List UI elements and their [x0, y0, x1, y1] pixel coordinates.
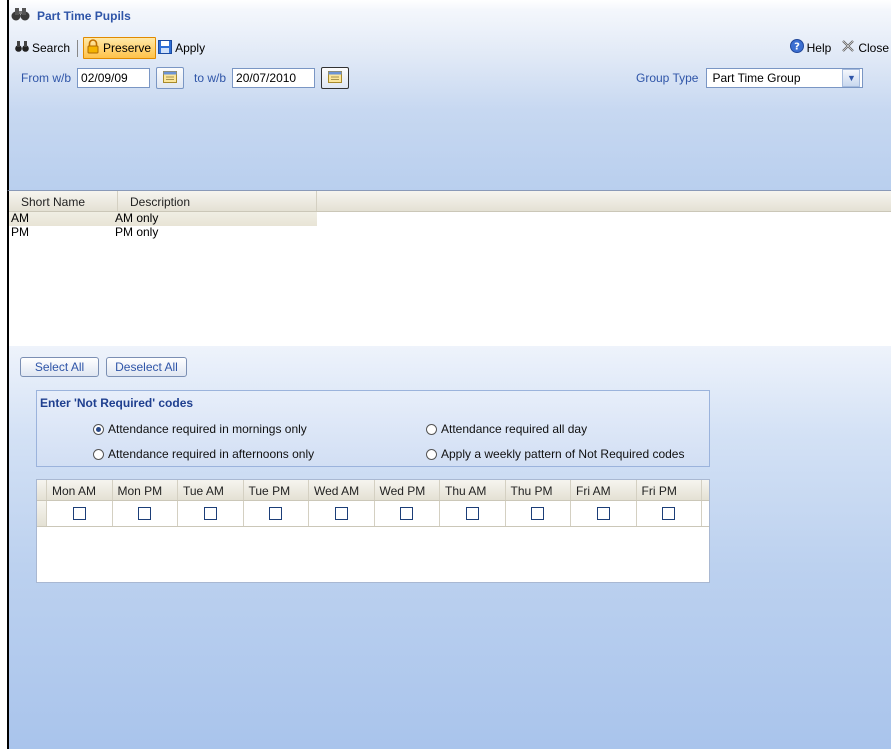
checkbox-thu-am[interactable]	[465, 507, 479, 520]
radio-indicator[interactable]	[93, 448, 104, 460]
cell-fri-am	[571, 501, 637, 526]
preserve-button-label: Preserve	[103, 41, 152, 55]
close-button-label: Close	[858, 40, 889, 55]
column-header-tue-am: Tue AM	[178, 480, 244, 500]
checkbox-fri-pm[interactable]	[662, 507, 676, 520]
cell-tue-am	[178, 501, 244, 526]
apply-button-label: Apply	[175, 41, 206, 55]
table-row[interactable]: AM AM only	[9, 212, 317, 226]
apply-button[interactable]: Apply	[156, 39, 207, 58]
cell-thu-am	[440, 501, 506, 526]
from-label: From w/b	[21, 71, 72, 85]
help-button-label: Help	[806, 40, 832, 55]
group-type-row: Group Type Part Time Group ▼	[636, 68, 864, 88]
checkbox-wed-am[interactable]	[334, 507, 348, 520]
group-type-label: Group Type	[636, 71, 699, 85]
radio-label: Attendance required in afternoons only	[108, 447, 315, 461]
checkbox-mon-am[interactable]	[72, 507, 86, 520]
column-header-mon-am: Mon AM	[47, 480, 113, 500]
cell-mon-am	[47, 501, 113, 526]
cell-tue-pm	[244, 501, 309, 526]
radio-label: Apply a weekly pattern of Not Required c…	[441, 447, 685, 461]
column-header-filler	[317, 191, 891, 211]
search-button[interactable]: Search	[13, 39, 72, 57]
column-header-wed-pm: Wed PM	[375, 480, 440, 500]
page-title: Part Time Pupils	[37, 8, 131, 23]
toolbar: Search Preserve Apply	[13, 37, 207, 59]
column-header-thu-am: Thu AM	[440, 480, 506, 500]
to-label: to w/b	[194, 71, 227, 85]
toolbar-divider	[77, 39, 79, 57]
column-header-mon-pm: Mon PM	[113, 480, 178, 500]
checkbox-fri-am[interactable]	[596, 507, 610, 520]
weekly-pattern-grid: Mon AM Mon PM Tue AM Tue PM Wed AM Wed P…	[36, 479, 710, 583]
cell-fri-pm	[637, 501, 702, 526]
column-header-wed-am: Wed AM	[309, 480, 375, 500]
column-header-fri-am: Fri AM	[571, 480, 637, 500]
cell-wed-am	[309, 501, 375, 526]
cell-description: AM only	[115, 211, 159, 225]
checkbox-wed-pm[interactable]	[400, 507, 414, 520]
help-close-tools: ? Help Close	[788, 38, 891, 57]
radio-indicator[interactable]	[426, 448, 437, 460]
not-required-panel: Enter 'Not Required' codes Attendance re…	[36, 390, 710, 467]
save-icon	[158, 39, 173, 57]
from-calendar-button[interactable]	[156, 67, 185, 89]
groups-grid: Short Name Description AM AM only PM PM …	[7, 190, 891, 348]
binoculars-icon	[11, 6, 31, 25]
help-button[interactable]: ? Help	[788, 38, 834, 57]
cell-short-name: AM	[11, 211, 29, 225]
calendar-icon	[328, 70, 343, 86]
group-type-select[interactable]: Part Time Group ▼	[706, 68, 864, 88]
to-calendar-button[interactable]	[321, 67, 350, 89]
to-date-field[interactable]: 20/07/2010	[232, 68, 316, 88]
close-icon	[841, 39, 855, 56]
cell-wed-pm	[375, 501, 440, 526]
weekly-pattern-header: Mon AM Mon PM Tue AM Tue PM Wed AM Wed P…	[37, 480, 709, 501]
column-header-tue-pm: Tue PM	[244, 480, 309, 500]
radio-selected-dot	[96, 426, 101, 432]
checkbox-tue-pm[interactable]	[269, 507, 283, 520]
radio-label: Attendance required all day	[441, 422, 588, 436]
checkbox-tue-am[interactable]	[203, 507, 217, 520]
select-all-button[interactable]: Select All	[20, 357, 99, 377]
lock-icon	[86, 39, 100, 57]
deselect-all-button[interactable]: Deselect All	[106, 357, 187, 377]
svg-text:?: ?	[794, 42, 800, 53]
cell-short-name: PM	[11, 225, 29, 239]
from-date-field[interactable]: 02/09/09	[77, 68, 151, 88]
weekly-pattern-row	[37, 501, 709, 527]
window-title-bar: Part Time Pupils	[11, 6, 131, 25]
chevron-down-icon[interactable]: ▼	[842, 69, 861, 87]
help-icon: ?	[789, 39, 804, 56]
cell-mon-pm	[113, 501, 178, 526]
preserve-button[interactable]: Preserve	[83, 37, 157, 59]
column-header-short-name[interactable]: Short Name	[9, 191, 118, 211]
date-range-row: From w/b 02/09/09 to w/b 20/07/2010	[21, 67, 350, 89]
groups-grid-header: Short Name Description	[9, 191, 891, 212]
table-row[interactable]: PM PM only	[9, 226, 891, 240]
radio-afternoons-only[interactable]: Attendance required in afternoons only	[93, 447, 314, 461]
radio-mornings-only[interactable]: Attendance required in mornings only	[93, 422, 307, 436]
radio-indicator[interactable]	[93, 423, 104, 435]
row-header	[37, 501, 47, 526]
group-type-value: Part Time Group	[712, 71, 801, 85]
radio-all-day[interactable]: Attendance required all day	[426, 422, 587, 436]
radio-label: Attendance required in mornings only	[108, 422, 307, 436]
checkbox-mon-pm[interactable]	[138, 507, 152, 520]
close-button[interactable]: Close	[839, 38, 891, 57]
cell-thu-pm	[506, 501, 571, 526]
search-button-label: Search	[32, 41, 71, 55]
column-header-thu-pm: Thu PM	[506, 480, 571, 500]
binoculars-icon	[15, 40, 29, 56]
column-header-description[interactable]: Description	[118, 191, 317, 211]
cell-description: PM only	[115, 225, 159, 239]
checkbox-thu-pm[interactable]	[531, 507, 545, 520]
calendar-icon	[163, 70, 178, 86]
radio-weekly-pattern[interactable]: Apply a weekly pattern of Not Required c…	[426, 447, 684, 461]
row-header-corner	[37, 480, 47, 500]
column-header-fri-pm: Fri PM	[637, 480, 702, 500]
radio-indicator[interactable]	[426, 423, 437, 435]
not-required-title: Enter 'Not Required' codes	[40, 396, 194, 410]
